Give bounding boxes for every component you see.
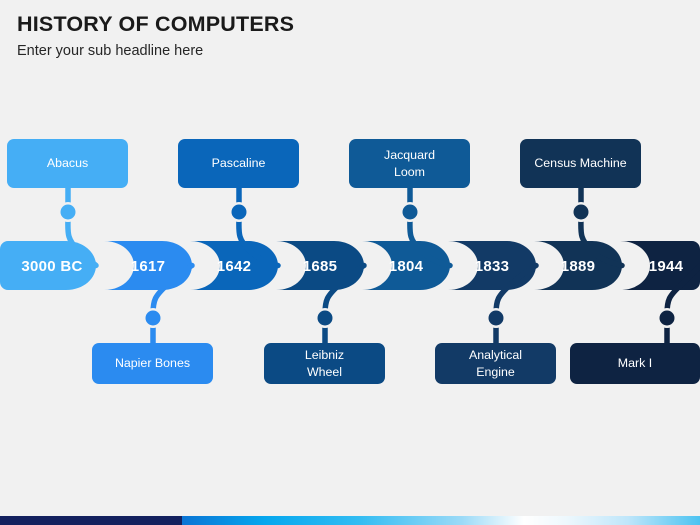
- label-card-analytical-engine-line-2: Engine: [476, 364, 515, 379]
- label-card-analytical-engine-line-1: Analytical: [468, 348, 523, 363]
- page-title: HISTORY OF COMPUTERS: [17, 12, 295, 36]
- connector-dot-6: [488, 310, 504, 326]
- label-card-analytical-engine[interactable]: Analytical Engine: [435, 343, 556, 384]
- label-card-leibniz-wheel[interactable]: Leibniz Wheel: [264, 343, 385, 384]
- year-label-7: 1889: [560, 258, 596, 275]
- accent-bar-solid: [0, 516, 182, 525]
- page-subtitle: Enter your sub headline here: [17, 42, 204, 59]
- label-card-census-machine[interactable]: Census Machine: [520, 139, 641, 188]
- year-label-6: 1833: [474, 258, 510, 275]
- year-label-8: 1944: [648, 258, 684, 275]
- connector-dot-2: [145, 310, 161, 326]
- slide-canvas: HISTORY OF COMPUTERS Enter your sub head…: [0, 0, 700, 525]
- label-card-jacquard-loom-line-2: Loom: [394, 164, 425, 179]
- year-label-1: 3000 BC: [21, 258, 83, 275]
- label-card-jacquard-loom[interactable]: Jacquard Loom: [349, 139, 470, 188]
- accent-bar-gradient: [182, 516, 700, 525]
- label-card-leibniz-wheel-line-2: Wheel: [306, 364, 343, 379]
- year-label-3: 1642: [216, 258, 252, 275]
- year-label-4: 1685: [302, 258, 338, 275]
- connector-dot-3: [231, 204, 247, 220]
- label-card-pascaline[interactable]: Pascaline: [178, 139, 299, 188]
- label-card-leibniz-wheel-line-1: Leibniz: [304, 348, 345, 363]
- label-card-napier-bones[interactable]: Napier Bones: [92, 343, 213, 384]
- label-card-mark-i[interactable]: Mark I: [570, 343, 700, 384]
- connector-dot-4: [317, 310, 333, 326]
- label-card-abacus[interactable]: Abacus: [7, 139, 128, 188]
- label-card-napier-bones-line-1: Napier Bones: [114, 356, 191, 371]
- year-label-2: 1617: [130, 258, 166, 275]
- connector-dot-1: [60, 204, 76, 220]
- accent-bar: [0, 516, 700, 525]
- label-card-pascaline-line-1: Pascaline: [211, 156, 266, 171]
- year-label-5: 1804: [388, 258, 424, 275]
- label-card-jacquard-loom-line-1: Jacquard: [384, 148, 435, 163]
- label-card-abacus-line-1: Abacus: [46, 156, 89, 171]
- connector-dot-5: [402, 204, 418, 220]
- label-card-census-machine-line-1: Census Machine: [534, 156, 627, 171]
- connector-dot-7: [573, 204, 589, 220]
- header: HISTORY OF COMPUTERS Enter your sub head…: [17, 12, 617, 60]
- connector-dot-8: [659, 310, 675, 326]
- label-card-mark-i-line-1: Mark I: [617, 356, 653, 371]
